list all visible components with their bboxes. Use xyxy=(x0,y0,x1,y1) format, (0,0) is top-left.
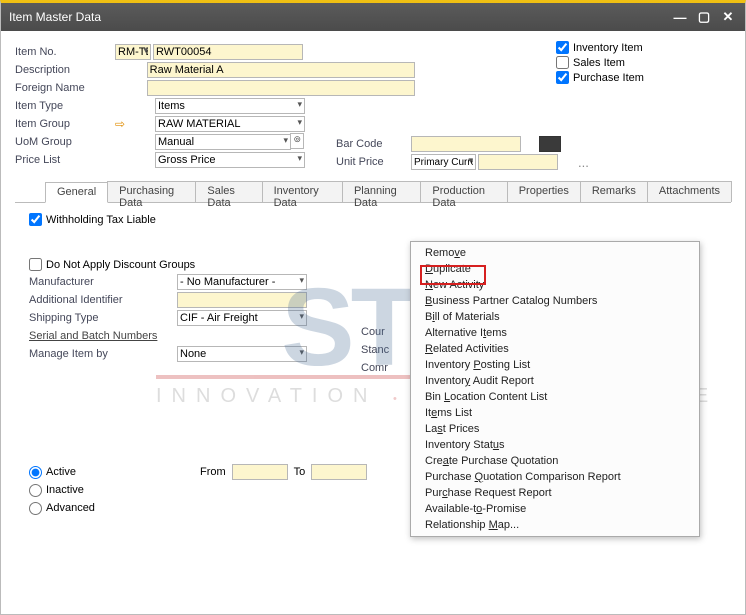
standard-label: Stanc xyxy=(361,344,399,356)
manufacturer-select[interactable] xyxy=(177,274,307,290)
uom-detail-button[interactable] xyxy=(290,133,304,149)
context-menu-item[interactable]: Remove xyxy=(411,245,699,261)
foreign-name-label: Foreign Name xyxy=(15,82,109,94)
unit-price-more-button[interactable]: ... xyxy=(578,155,589,170)
item-no-prefix[interactable] xyxy=(115,44,151,60)
tab-purchasing[interactable]: Purchasing Data xyxy=(107,181,196,202)
commodity-label: Comr xyxy=(361,362,399,374)
description-field[interactable] xyxy=(147,62,415,78)
sales-item-checkbox[interactable]: Sales Item xyxy=(556,56,644,69)
foreign-name-field[interactable] xyxy=(147,80,415,96)
context-menu-item[interactable]: Purchase Request Report xyxy=(411,485,699,501)
context-menu-item[interactable]: Items List xyxy=(411,405,699,421)
manufacturer-label: Manufacturer xyxy=(29,276,177,288)
manage-item-select[interactable] xyxy=(177,346,307,362)
barcode-field[interactable] xyxy=(411,136,521,152)
context-menu-item[interactable]: New Activity xyxy=(411,277,699,293)
to-field[interactable] xyxy=(311,464,367,480)
barcode-label: Bar Code xyxy=(336,138,411,150)
context-menu-item[interactable]: Business Partner Catalog Numbers xyxy=(411,293,699,309)
context-menu-item[interactable]: Inventory Posting List xyxy=(411,357,699,373)
context-menu: RemoveDuplicateNew ActivityBusiness Part… xyxy=(410,241,700,537)
price-list-label: Price List xyxy=(15,154,115,166)
description-label: Description xyxy=(15,64,109,76)
minimize-icon[interactable]: — xyxy=(671,9,689,25)
context-menu-item[interactable]: Inventory Audit Report xyxy=(411,373,699,389)
item-group-select[interactable] xyxy=(155,116,305,132)
tab-sales[interactable]: Sales Data xyxy=(195,181,262,202)
from-label: From xyxy=(200,466,226,478)
item-type-select[interactable] xyxy=(155,98,305,114)
item-no-label: Item No. xyxy=(15,46,115,58)
active-label: Active xyxy=(46,466,76,478)
uom-group-select[interactable] xyxy=(155,134,291,150)
item-no-field[interactable] xyxy=(153,44,303,60)
tab-attachments[interactable]: Attachments xyxy=(647,181,732,202)
active-radio[interactable] xyxy=(29,466,42,479)
inventory-item-checkbox[interactable]: Inventory Item xyxy=(556,41,644,54)
additional-identifier-label: Additional Identifier xyxy=(29,294,177,306)
shipping-type-label: Shipping Type xyxy=(29,312,177,324)
unit-price-label: Unit Price xyxy=(336,156,411,168)
close-icon[interactable]: ✕ xyxy=(719,9,737,25)
from-field[interactable] xyxy=(232,464,288,480)
item-group-label: Item Group xyxy=(15,118,115,130)
link-arrow-icon[interactable]: ⇨ xyxy=(115,117,125,131)
country-label: Cour xyxy=(361,326,399,338)
uom-group-label: UoM Group xyxy=(15,136,115,148)
window-title: Item Master Data xyxy=(9,10,101,24)
maximize-icon[interactable]: ▢ xyxy=(695,9,713,25)
advanced-radio[interactable] xyxy=(29,502,42,515)
additional-identifier-field[interactable] xyxy=(177,292,307,308)
inactive-label: Inactive xyxy=(46,484,84,496)
item-type-label: Item Type xyxy=(15,100,115,112)
context-menu-item[interactable]: Duplicate xyxy=(411,261,699,277)
context-menu-item[interactable]: Inventory Status xyxy=(411,437,699,453)
tab-general[interactable]: General xyxy=(45,182,108,203)
context-menu-item[interactable]: Available-to-Promise xyxy=(411,501,699,517)
unit-price-field[interactable] xyxy=(478,154,558,170)
to-label: To xyxy=(294,466,306,478)
context-menu-item[interactable]: Relationship Map... xyxy=(411,517,699,533)
purchase-item-checkbox[interactable]: Purchase Item xyxy=(556,71,644,84)
context-menu-item[interactable]: Bill of Materials xyxy=(411,309,699,325)
context-menu-item[interactable]: Related Activities xyxy=(411,341,699,357)
price-list-select[interactable] xyxy=(155,152,305,168)
context-menu-item[interactable]: Last Prices xyxy=(411,421,699,437)
tab-inventory[interactable]: Inventory Data xyxy=(262,181,343,202)
shipping-type-select[interactable] xyxy=(177,310,307,326)
tab-production[interactable]: Production Data xyxy=(420,181,507,202)
serial-batch-link[interactable]: Serial and Batch Numbers xyxy=(29,330,157,342)
context-menu-item[interactable]: Purchase Quotation Comparison Report xyxy=(411,469,699,485)
tab-bar: General Purchasing Data Sales Data Inven… xyxy=(15,181,731,203)
context-menu-item[interactable]: Bin Location Content List xyxy=(411,389,699,405)
tab-properties[interactable]: Properties xyxy=(507,181,581,202)
context-menu-item[interactable]: Create Purchase Quotation xyxy=(411,453,699,469)
withholding-tax-checkbox[interactable]: Withholding Tax Liable xyxy=(29,213,717,226)
manage-item-label: Manage Item by xyxy=(29,348,177,360)
tab-planning[interactable]: Planning Data xyxy=(342,181,421,202)
tab-remarks[interactable]: Remarks xyxy=(580,181,648,202)
context-menu-item[interactable]: Alternative Items xyxy=(411,325,699,341)
barcode-details-button[interactable] xyxy=(539,136,561,152)
currency-select[interactable] xyxy=(411,154,476,170)
inactive-radio[interactable] xyxy=(29,484,42,497)
advanced-label: Advanced xyxy=(46,502,95,514)
window-titlebar: Item Master Data — ▢ ✕ xyxy=(1,3,745,31)
